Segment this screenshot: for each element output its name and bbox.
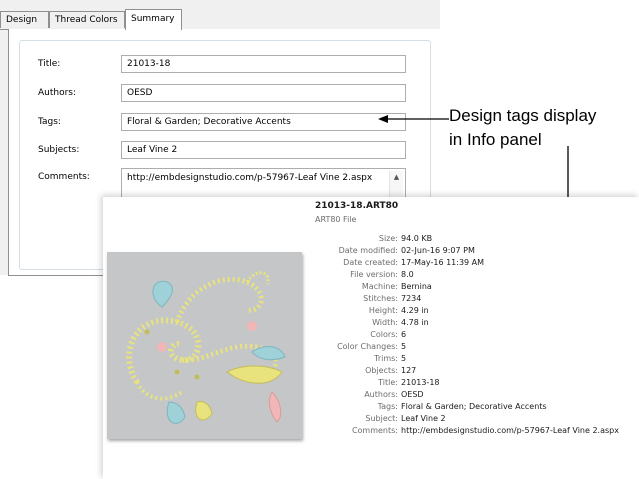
- prop-key: Size:: [378, 234, 398, 243]
- scroll-up-icon[interactable]: ▲: [394, 173, 399, 181]
- prop-value: 8.0: [401, 270, 414, 279]
- authors-label: Authors:: [38, 88, 77, 98]
- info-panel: 21013-18.ART80 ART80 File Size:94.0 KB: [103, 197, 639, 479]
- prop-row: Tags: Floral & Garden; Decorative Accents: [103, 402, 639, 414]
- prop-key: Tags:: [377, 402, 398, 411]
- prop-row: Subject: Leaf Vine 2: [103, 414, 639, 426]
- tab-thread-colors[interactable]: Thread Colors: [49, 11, 125, 28]
- comments-label: Comments:: [38, 172, 90, 182]
- prop-value: 02-Jun-16 9:07 PM: [401, 246, 475, 255]
- prop-value: 7234: [401, 294, 422, 303]
- title-field[interactable]: 21013-18: [121, 55, 406, 73]
- prop-value: Floral & Garden; Decorative Accents: [401, 402, 547, 411]
- tab-bar: Design Thread Colors Summary: [0, 9, 440, 30]
- tags-row: Tags: Floral & Garden; Decorative Accent…: [20, 113, 430, 133]
- prop-key: Stitches:: [363, 294, 398, 303]
- prop-row: File version: 8.0: [103, 270, 639, 282]
- prop-value: 6: [401, 330, 407, 339]
- prop-key: Date modified:: [338, 246, 398, 255]
- prop-row: Comments: http://embdesignstudio.com/p-57…: [103, 426, 639, 438]
- prop-value: 4.78 in: [401, 318, 429, 327]
- prop-key: Width:: [372, 318, 398, 327]
- prop-row: Size: 94.0 KB: [103, 234, 639, 246]
- prop-key: Machine:: [361, 282, 398, 291]
- authors-field[interactable]: OESD: [121, 84, 406, 102]
- prop-key: Color Changes:: [337, 342, 398, 351]
- file-type: ART80 File: [315, 215, 357, 224]
- tab-summary[interactable]: Summary: [125, 9, 182, 30]
- prop-key: Comments:: [351, 426, 398, 435]
- prop-key: Colors:: [370, 330, 398, 339]
- prop-value: 127: [401, 366, 417, 375]
- prop-row: Objects: 127: [103, 366, 639, 378]
- callout-text: Design tags display in Info panel: [449, 104, 639, 152]
- prop-row: Height: 4.29 in: [103, 306, 639, 318]
- prop-row: Date created: 17-May-16 11:39 AM: [103, 258, 639, 270]
- prop-key: Title:: [378, 378, 398, 387]
- prop-value: 5: [401, 354, 407, 363]
- callout-line-2: in Info panel: [449, 130, 542, 149]
- title-row: Title: 21013-18: [20, 55, 430, 75]
- prop-value: Leaf Vine 2: [401, 414, 446, 423]
- prop-value: Bernina: [401, 282, 432, 291]
- prop-row: Machine: Bernina: [103, 282, 639, 294]
- prop-value: 21013-18: [401, 378, 440, 387]
- tags-field[interactable]: Floral & Garden; Decorative Accents: [121, 113, 406, 131]
- file-name: 21013-18.ART80: [315, 201, 399, 211]
- comments-text: http://embdesignstudio.com/p-57967-Leaf …: [127, 173, 373, 183]
- prop-value: 94.0 KB: [401, 234, 433, 243]
- prop-row: Title: 21013-18: [103, 378, 639, 390]
- prop-value: OESD: [401, 390, 424, 399]
- prop-row: Authors: OESD: [103, 390, 639, 402]
- title-label: Title:: [38, 59, 61, 69]
- prop-key: Date created:: [343, 258, 398, 267]
- prop-row: Width: 4.78 in: [103, 318, 639, 330]
- prop-key: Subject:: [365, 414, 398, 423]
- subjects-field[interactable]: Leaf Vine 2: [121, 141, 406, 159]
- prop-key: Trims:: [374, 354, 398, 363]
- prop-row: Colors: 6: [103, 330, 639, 342]
- prop-key: Height:: [368, 306, 398, 315]
- prop-key: File version:: [350, 270, 398, 279]
- prop-row: Color Changes: 5: [103, 342, 639, 354]
- authors-row: Authors: OESD: [20, 84, 430, 104]
- prop-value: 5: [401, 342, 407, 351]
- tab-design[interactable]: Design: [0, 11, 49, 28]
- prop-row: Stitches: 7234: [103, 294, 639, 306]
- subjects-row: Subjects: Leaf Vine 2: [20, 141, 430, 161]
- prop-key: Objects:: [365, 366, 398, 375]
- prop-key: Authors:: [364, 390, 398, 399]
- prop-value: http://embdesignstudio.com/p-57967-Leaf …: [401, 426, 619, 435]
- callout-line-1: Design tags display: [449, 106, 597, 125]
- subjects-label: Subjects:: [38, 145, 80, 155]
- prop-value: 17-May-16 11:39 AM: [401, 258, 485, 267]
- prop-value: 4.29 in: [401, 306, 429, 315]
- prop-row: Trims: 5: [103, 354, 639, 366]
- prop-row: Date modified: 02-Jun-16 9:07 PM: [103, 246, 639, 258]
- tags-label: Tags:: [38, 117, 61, 127]
